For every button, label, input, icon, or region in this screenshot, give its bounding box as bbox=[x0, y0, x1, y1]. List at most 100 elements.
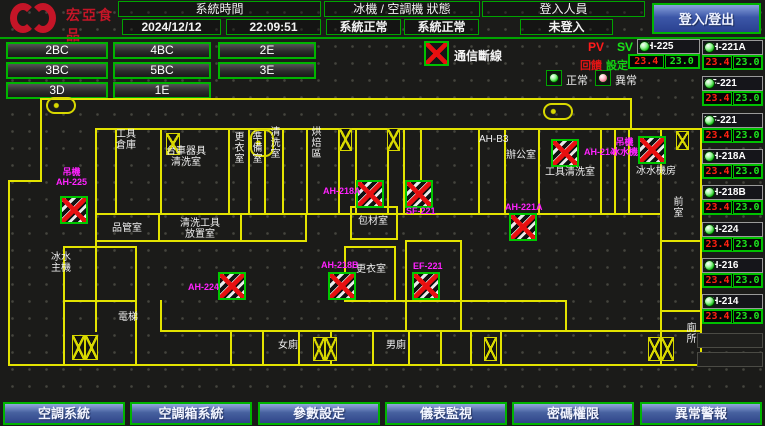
sv-value: 23.0 bbox=[733, 92, 762, 105]
abnormal-label: 異常 bbox=[615, 72, 637, 88]
floor-button-4bc[interactable]: 4BC bbox=[113, 42, 211, 59]
floor-button-3e[interactable]: 3E bbox=[218, 62, 316, 79]
nav-button-param-settings[interactable]: 參數設定 bbox=[258, 402, 380, 425]
pv-row-label: 回饋 bbox=[580, 57, 602, 73]
stairs-icon bbox=[676, 131, 689, 150]
ac-status-value: 系統正常 bbox=[404, 19, 479, 35]
escalator-icon bbox=[543, 103, 573, 120]
pv-value: 23.4 bbox=[703, 274, 732, 287]
wall bbox=[408, 332, 410, 364]
nav-button-meter-monitor[interactable]: 儀表監視 bbox=[385, 402, 507, 425]
chiller-status-value: 系統正常 bbox=[326, 19, 401, 35]
room-label: 電梯 bbox=[118, 312, 138, 323]
unit-AH-224[interactable]: AH-224 bbox=[702, 222, 763, 237]
stairs-icon bbox=[339, 128, 352, 151]
brand-name: 宏亞食品 bbox=[66, 5, 118, 45]
nav-button-ac-system[interactable]: 空調系統 bbox=[3, 402, 125, 425]
unit-AH-225[interactable]: AH-225 bbox=[637, 39, 700, 54]
unit-EF-221[interactable]: EF-221 bbox=[702, 113, 763, 128]
empty-slot bbox=[697, 333, 763, 348]
nav-button-ahu-system[interactable]: 空調箱系統 bbox=[130, 402, 252, 425]
wall bbox=[306, 128, 308, 214]
device-label-AH-218B: AH-218B bbox=[321, 261, 359, 271]
login-logout-button[interactable]: 登入/登出 bbox=[652, 3, 761, 34]
wall bbox=[240, 214, 242, 242]
nav-button-password-auth[interactable]: 密碼權限 bbox=[512, 402, 634, 425]
wall bbox=[282, 128, 284, 214]
unit-values: 23.423.0 bbox=[702, 55, 763, 70]
room-label: 台車器具 清洗室 bbox=[166, 146, 206, 168]
device-SF-221-comm-fail-icon[interactable] bbox=[405, 180, 433, 208]
wall bbox=[350, 238, 398, 240]
wall bbox=[63, 246, 137, 248]
device-label-AH-216: 吊機 冰水機 bbox=[611, 138, 638, 158]
status-light-icon bbox=[704, 224, 715, 235]
wall bbox=[95, 213, 662, 215]
wall bbox=[8, 180, 10, 366]
device-AH-224-comm-fail-icon[interactable] bbox=[218, 272, 246, 300]
wall bbox=[405, 240, 462, 242]
stairs-icon bbox=[387, 128, 400, 151]
wall bbox=[396, 206, 398, 240]
stairs-icon bbox=[72, 335, 85, 360]
device-AH-221A-comm-fail-icon[interactable] bbox=[509, 213, 537, 241]
pv-header: PV bbox=[588, 40, 604, 54]
status-light-icon bbox=[704, 42, 715, 53]
wall bbox=[630, 128, 702, 130]
sv-value: 23.0 bbox=[733, 274, 762, 287]
pv-value: 23.4 bbox=[703, 92, 732, 105]
status-light-icon bbox=[704, 151, 715, 162]
room-label: 冰水 主機 bbox=[51, 252, 71, 274]
stairs-icon bbox=[484, 337, 497, 361]
unit-AH-218B[interactable]: AH-218B bbox=[702, 185, 763, 200]
unit-AH-216[interactable]: AH-216 bbox=[702, 258, 763, 273]
room-label: 更衣室 bbox=[356, 264, 386, 275]
system-time-value: 22:09:51 bbox=[226, 19, 321, 35]
unit-AH-221A[interactable]: AH-221A bbox=[702, 40, 763, 55]
unit-values: 23.423.0 bbox=[628, 54, 700, 69]
wall bbox=[344, 246, 396, 248]
system-time-title: 系統時間 bbox=[118, 1, 321, 17]
pink-light-icon bbox=[598, 73, 608, 83]
green-light-icon bbox=[549, 73, 559, 83]
device-label-AH-221A: AH-221A bbox=[505, 203, 543, 213]
wall bbox=[230, 332, 232, 364]
unit-SF-221[interactable]: SF-221 bbox=[702, 76, 763, 91]
wall bbox=[135, 246, 137, 364]
room-label: 辦公室 bbox=[506, 150, 536, 161]
sv-header: SV bbox=[617, 40, 633, 54]
device-AH-225-comm-fail-icon[interactable] bbox=[60, 196, 88, 224]
unit-AH-214[interactable]: AH-214 bbox=[702, 294, 763, 309]
wall bbox=[600, 128, 602, 214]
wall bbox=[158, 214, 160, 242]
room-label: 工具清洗室 bbox=[545, 167, 595, 178]
nav-button-alarm[interactable]: 異常警報 bbox=[640, 402, 762, 425]
floor-button-2e[interactable]: 2E bbox=[218, 42, 316, 59]
wall bbox=[394, 246, 396, 302]
room-label: 烘焙區 bbox=[309, 126, 320, 159]
device-AH-214-comm-fail-icon[interactable] bbox=[551, 139, 579, 167]
normal-label: 正常 bbox=[566, 72, 588, 88]
device-EF-221-comm-fail-icon[interactable] bbox=[412, 272, 440, 300]
escalator-icon bbox=[46, 97, 76, 114]
floor-button-3bc[interactable]: 3BC bbox=[6, 62, 108, 79]
floor-button-1e[interactable]: 1E bbox=[113, 82, 211, 99]
wall bbox=[95, 214, 97, 332]
unit-AH-218A[interactable]: AH-218A bbox=[702, 149, 763, 164]
room-label: 品管室 bbox=[112, 223, 142, 234]
unit-values: 23.423.0 bbox=[702, 164, 763, 179]
unit-values: 23.423.0 bbox=[702, 237, 763, 252]
floor-button-2bc[interactable]: 2BC bbox=[6, 42, 108, 59]
room-label: 女廁 bbox=[278, 340, 298, 351]
stairs-icon bbox=[85, 335, 98, 360]
empty-slot bbox=[697, 352, 763, 367]
wall bbox=[305, 214, 307, 242]
floor-button-5bc[interactable]: 5BC bbox=[113, 62, 211, 79]
device-AH-218B-comm-fail-icon[interactable] bbox=[328, 272, 356, 300]
comm-fail-icon bbox=[424, 41, 449, 66]
system-date-value: 2024/12/12 bbox=[122, 19, 221, 35]
device-AH-216-comm-fail-icon[interactable] bbox=[638, 136, 666, 164]
wall bbox=[460, 240, 462, 330]
unit-values: 23.423.0 bbox=[702, 273, 763, 288]
room-label: 男廁 bbox=[386, 340, 406, 351]
